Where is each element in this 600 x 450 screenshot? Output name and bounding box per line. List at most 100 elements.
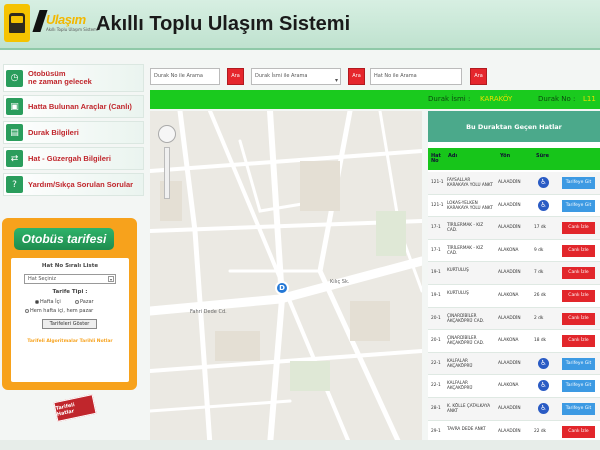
line-direction: ALAADDİN: [498, 315, 521, 321]
sidebar-item-stop-info[interactable]: ▤ Durak Bilgileri: [3, 121, 144, 144]
col-line-header: Hat No: [431, 153, 441, 164]
line-number: 22-1: [431, 383, 441, 389]
table-row: 22-1 KALFALAR AKÇAKÖPRÜ ALAADDİN ♿ Tarifeye …: [428, 352, 600, 376]
line-name: KALFALAR AKÇAKÖPRÜ: [447, 380, 473, 391]
radio-both[interactable]: Hem hafta içi, hem pazar: [25, 308, 93, 314]
table-row: 28-1 K. KÖLLE ÇATALKAYA ANKT ALAADDİN ♿ Tari…: [428, 397, 600, 421]
sidebar-item-label: Durak Bilgileri: [28, 127, 79, 137]
chevron-down-icon: ▾: [108, 276, 114, 282]
map-zoom-control[interactable]: [158, 125, 176, 205]
bus-icon: ▣: [6, 98, 23, 115]
line-list-label: Hat No Sıralı Liste: [41, 263, 99, 269]
wheelchair-icon: ♿: [538, 357, 549, 369]
sidebar-item-route-info[interactable]: ⇄ Hat - Güzergah Bilgileri: [3, 147, 144, 170]
table-row: 17-1 TİRİLERMAK - KIZ CAD. ALAADDİN 17 dk Ca…: [428, 217, 600, 240]
live-track-button[interactable]: Canlı İzle: [562, 267, 595, 280]
lines-table-body: 121-1 FAYSALLAR KARAKAYA YOLU ANKT ALAADDİ…: [428, 172, 600, 444]
pan-icon[interactable]: [158, 125, 176, 143]
map-view[interactable]: Fahri Dede Cd. Kılıç Sk. D: [150, 111, 422, 445]
panel-title: Bu Duraktan Geçen Hatlar: [428, 111, 600, 142]
col-direction-header: Yön: [500, 153, 511, 159]
arrival-minutes: 17 dk: [534, 225, 547, 231]
line-number-search-button[interactable]: Ara: [470, 68, 487, 85]
timetable-button[interactable]: Tarifeye Git: [562, 357, 595, 370]
brand-logo[interactable]: Ulaşım Akıllı Toplu Ulaşım Sistemi: [32, 10, 98, 36]
line-direction: ALAKONA: [498, 247, 519, 253]
line-name: TAVRA DEDE ANKT: [447, 425, 486, 431]
map-street-label: Fahri Dede Cd.: [190, 309, 227, 315]
show-timetable-button[interactable]: Tarifeleri Göster: [42, 319, 97, 329]
help-icon: ?: [6, 176, 23, 193]
line-direction: ALAADDİN: [498, 225, 521, 231]
stop-name-value: KARAKÖY: [480, 95, 513, 103]
line-number: 22-1: [431, 360, 441, 366]
line-name: LOKAS-YELKEN KARAKAYA YOLU ANKT: [447, 199, 493, 210]
bus-stop-marker-icon[interactable]: D: [275, 281, 289, 295]
timetable-stamp[interactable]: Tarifeli Hatlar: [53, 394, 97, 422]
line-direction: ALAADDİN: [498, 405, 521, 411]
line-name: KURTULUŞ: [447, 289, 469, 295]
radio-weekday[interactable]: Hafta İçi: [35, 299, 61, 305]
live-track-button[interactable]: Canlı İzle: [562, 222, 595, 235]
sidebar-item-label: Hat - Güzergah Bilgileri: [28, 153, 111, 163]
chevron-down-icon: ▾: [334, 77, 338, 84]
tariff-type-label: Tarife Tipi :: [52, 289, 88, 295]
line-number: 20-1: [431, 315, 441, 321]
table-row: 121-1 FAYSALLAR KARAKAYA YOLU ANKT ALAADDİ…: [428, 172, 600, 195]
sidebar-item-live-vehicles[interactable]: ▣ Hatta Bulunan Araçlar (Canlı): [3, 95, 144, 118]
bus-logo-icon[interactable]: [4, 4, 30, 42]
stop-icon: ▤: [6, 124, 23, 141]
live-track-button[interactable]: Canlı İzle: [562, 289, 595, 302]
col-name-header: Adı: [448, 153, 458, 159]
stop-name-search-button[interactable]: Ara: [348, 68, 365, 85]
live-track-button[interactable]: Canlı İzle: [562, 425, 595, 438]
line-name: ÇINARDİBİLER AKÇAKÖPRÜ CAD.: [447, 312, 485, 323]
wheelchair-icon: ♿: [538, 380, 549, 392]
stop-name-search-input[interactable]: Durak İsmi ile Arama ▾: [251, 68, 341, 85]
table-row: 19-1 KURTULUŞ ALAADDİN 7 dk Canlı İzle: [428, 262, 600, 285]
zoom-slider[interactable]: [164, 147, 170, 199]
live-track-button[interactable]: Canlı İzle: [562, 335, 595, 348]
stop-number-search-input[interactable]: Durak No ile Arama: [150, 68, 220, 85]
arrival-minutes: 26 dk: [534, 292, 547, 298]
line-direction: ALAKONA: [498, 292, 519, 298]
radio-selected-icon: [35, 299, 39, 304]
radio-sunday[interactable]: Pazar: [75, 299, 94, 305]
table-row: 20-1 ÇINARDİBİLER AKÇAKÖPRÜ CAD. ALAADDİN 2…: [428, 307, 600, 331]
live-track-button[interactable]: Canlı İzle: [562, 312, 595, 325]
stop-name-label: Durak İsmi :: [428, 95, 471, 103]
line-number: 29-1: [431, 428, 441, 434]
line-direction: ALAADDİN: [498, 180, 521, 185]
timetable-button[interactable]: Tarifeye Git: [562, 402, 595, 415]
line-number-search-input[interactable]: Hat No ile Arama: [370, 68, 462, 85]
timetable-form: Hat No Sıralı Liste Hat Seçiniz ▾ Tarife…: [11, 258, 129, 382]
stop-name-placeholder: Durak İsmi ile Arama: [255, 73, 308, 79]
live-track-button[interactable]: Canlı İzle: [562, 244, 595, 257]
radio-label: Hem hafta içi, hem pazar: [30, 308, 94, 314]
line-direction: ALAKONA: [498, 338, 519, 344]
stop-number-search-button[interactable]: Ara: [227, 68, 244, 85]
sidebar-item-label: Yardım/Sıkça Sorulan Sorular: [28, 179, 134, 189]
stop-info-bar: Durak İsmi : KARAKÖY Durak No : L11: [150, 90, 600, 109]
passing-lines-panel: Bu Duraktan Geçen Hatlar Hat No Adı Yön …: [428, 111, 600, 450]
arrival-minutes: 18 dk: [534, 338, 547, 344]
table-row: 121-1 LOKAS-YELKEN KARAKAYA YOLU ANKT ALAA…: [428, 195, 600, 218]
timetable-button[interactable]: Tarifeye Git: [562, 177, 595, 189]
table-row: 22-1 KALFALAR AKÇAKÖPRÜ ALAKONA ♿ Tarifeye G…: [428, 375, 600, 398]
brand-tagline: Akıllı Toplu Ulaşım Sistemi: [46, 27, 99, 32]
sidebar-item-arrival[interactable]: ◷ Otobüsüm ne zaman gelecek: [3, 64, 144, 92]
line-select[interactable]: Hat Seçiniz ▾: [24, 274, 116, 284]
timetable-notes-link[interactable]: Tarifeli Algoritmalar Tarihli Notlar: [11, 339, 129, 344]
wheelchair-icon: ♿: [538, 402, 549, 414]
timetable-button[interactable]: Tarifeye Git: [562, 199, 595, 212]
footer: [0, 440, 600, 450]
timetable-widget: Otobüs tarifesi Hat No Sıralı Liste Hat …: [2, 218, 137, 390]
sidebar-item-help[interactable]: ? Yardım/Sıkça Sorulan Sorular: [3, 173, 144, 196]
line-direction: ALAADDİN: [498, 202, 521, 208]
search-bar: Durak No ile Arama Ara Durak İsmi ile Ar…: [150, 66, 600, 88]
stop-no-value: L11: [583, 95, 596, 103]
stop-no-label: Durak No :: [538, 95, 576, 103]
wheelchair-icon: ♿: [538, 177, 549, 188]
timetable-button[interactable]: Tarifeye Git: [562, 380, 595, 393]
line-direction: ALAADDİN: [498, 360, 521, 366]
